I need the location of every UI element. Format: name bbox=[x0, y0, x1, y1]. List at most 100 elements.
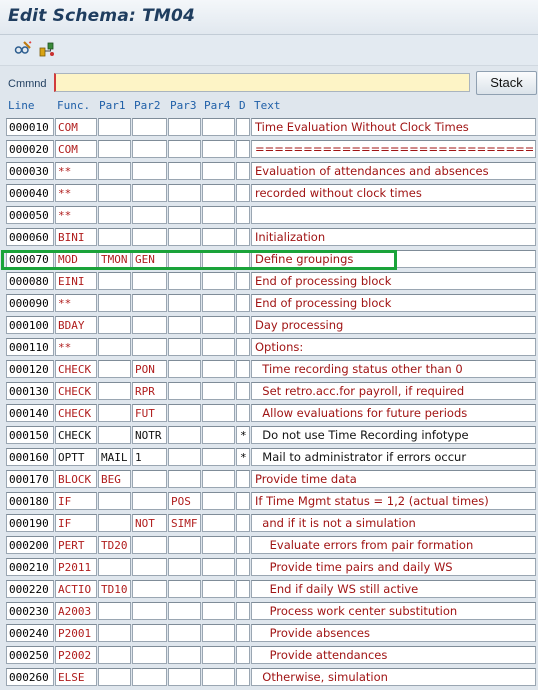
line-cell[interactable] bbox=[6, 184, 54, 202]
par3-cell[interactable] bbox=[168, 536, 201, 554]
text-cell[interactable] bbox=[251, 338, 536, 356]
deactivation-cell[interactable] bbox=[236, 580, 250, 598]
par1-cell[interactable] bbox=[98, 668, 131, 686]
par3-cell[interactable] bbox=[168, 294, 201, 312]
par1-cell[interactable] bbox=[98, 360, 131, 378]
text-cell[interactable] bbox=[251, 382, 536, 400]
text-cell[interactable] bbox=[251, 602, 536, 620]
par4-cell[interactable] bbox=[202, 492, 235, 510]
par3-cell[interactable] bbox=[168, 448, 201, 466]
text-cell[interactable] bbox=[251, 162, 536, 180]
par3-cell[interactable] bbox=[168, 250, 201, 268]
line-cell[interactable] bbox=[6, 228, 54, 246]
par1-cell[interactable] bbox=[98, 536, 131, 554]
deactivation-cell[interactable] bbox=[236, 536, 250, 554]
par2-cell[interactable] bbox=[132, 580, 167, 598]
par2-cell[interactable] bbox=[132, 184, 167, 202]
par2-cell[interactable] bbox=[132, 448, 167, 466]
function-cell[interactable] bbox=[55, 118, 97, 136]
line-cell[interactable] bbox=[6, 536, 54, 554]
par1-cell[interactable] bbox=[98, 206, 131, 224]
par3-cell[interactable] bbox=[168, 624, 201, 642]
par2-cell[interactable] bbox=[132, 294, 167, 312]
par3-cell[interactable] bbox=[168, 602, 201, 620]
function-cell[interactable] bbox=[55, 580, 97, 598]
text-cell[interactable] bbox=[251, 360, 536, 378]
line-cell[interactable] bbox=[6, 580, 54, 598]
function-cell[interactable] bbox=[55, 514, 97, 532]
par4-cell[interactable] bbox=[202, 646, 235, 664]
function-cell[interactable] bbox=[55, 294, 97, 312]
par3-cell[interactable] bbox=[168, 668, 201, 686]
par4-cell[interactable] bbox=[202, 184, 235, 202]
par4-cell[interactable] bbox=[202, 382, 235, 400]
line-cell[interactable] bbox=[6, 294, 54, 312]
deactivation-cell[interactable] bbox=[236, 624, 250, 642]
par4-cell[interactable] bbox=[202, 316, 235, 334]
function-cell[interactable] bbox=[55, 624, 97, 642]
text-cell[interactable] bbox=[251, 514, 536, 532]
text-cell[interactable] bbox=[251, 558, 536, 576]
deactivation-cell[interactable] bbox=[236, 272, 250, 290]
par4-cell[interactable] bbox=[202, 514, 235, 532]
text-cell[interactable] bbox=[251, 250, 536, 268]
par2-cell[interactable] bbox=[132, 228, 167, 246]
par4-cell[interactable] bbox=[202, 360, 235, 378]
function-cell[interactable] bbox=[55, 492, 97, 510]
par2-cell[interactable] bbox=[132, 426, 167, 444]
par2-cell[interactable] bbox=[132, 272, 167, 290]
deactivation-cell[interactable] bbox=[236, 140, 250, 158]
line-cell[interactable] bbox=[6, 316, 54, 334]
text-cell[interactable] bbox=[251, 206, 536, 224]
par4-cell[interactable] bbox=[202, 250, 235, 268]
par1-cell[interactable] bbox=[98, 624, 131, 642]
par2-cell[interactable] bbox=[132, 382, 167, 400]
par3-cell[interactable] bbox=[168, 492, 201, 510]
par3-cell[interactable] bbox=[168, 382, 201, 400]
par2-cell[interactable] bbox=[132, 558, 167, 576]
function-cell[interactable] bbox=[55, 602, 97, 620]
par4-cell[interactable] bbox=[202, 338, 235, 356]
line-cell[interactable] bbox=[6, 250, 54, 268]
par3-cell[interactable] bbox=[168, 514, 201, 532]
display-change-icon[interactable] bbox=[14, 40, 32, 58]
deactivation-cell[interactable] bbox=[236, 448, 250, 466]
function-cell[interactable] bbox=[55, 470, 97, 488]
text-cell[interactable] bbox=[251, 140, 536, 158]
par3-cell[interactable] bbox=[168, 404, 201, 422]
par2-cell[interactable] bbox=[132, 624, 167, 642]
line-cell[interactable] bbox=[6, 382, 54, 400]
line-cell[interactable] bbox=[6, 624, 54, 642]
function-cell[interactable] bbox=[55, 140, 97, 158]
par2-cell[interactable] bbox=[132, 206, 167, 224]
par1-cell[interactable] bbox=[98, 514, 131, 532]
deactivation-cell[interactable] bbox=[236, 668, 250, 686]
par1-cell[interactable] bbox=[98, 558, 131, 576]
text-cell[interactable] bbox=[251, 272, 536, 290]
par1-cell[interactable] bbox=[98, 448, 131, 466]
par4-cell[interactable] bbox=[202, 624, 235, 642]
par1-cell[interactable] bbox=[98, 228, 131, 246]
par1-cell[interactable] bbox=[98, 646, 131, 664]
par2-cell[interactable] bbox=[132, 602, 167, 620]
line-cell[interactable] bbox=[6, 404, 54, 422]
par4-cell[interactable] bbox=[202, 426, 235, 444]
par4-cell[interactable] bbox=[202, 294, 235, 312]
function-cell[interactable] bbox=[55, 426, 97, 444]
deactivation-cell[interactable] bbox=[236, 206, 250, 224]
text-cell[interactable] bbox=[251, 118, 536, 136]
par3-cell[interactable] bbox=[168, 316, 201, 334]
par2-cell[interactable] bbox=[132, 338, 167, 356]
function-cell[interactable] bbox=[55, 162, 97, 180]
text-cell[interactable] bbox=[251, 426, 536, 444]
line-cell[interactable] bbox=[6, 272, 54, 290]
line-cell[interactable] bbox=[6, 668, 54, 686]
command-input[interactable] bbox=[54, 73, 470, 92]
line-cell[interactable] bbox=[6, 470, 54, 488]
text-cell[interactable] bbox=[251, 316, 536, 334]
par3-cell[interactable] bbox=[168, 558, 201, 576]
par1-cell[interactable] bbox=[98, 118, 131, 136]
line-cell[interactable] bbox=[6, 426, 54, 444]
par4-cell[interactable] bbox=[202, 580, 235, 598]
par3-cell[interactable] bbox=[168, 118, 201, 136]
